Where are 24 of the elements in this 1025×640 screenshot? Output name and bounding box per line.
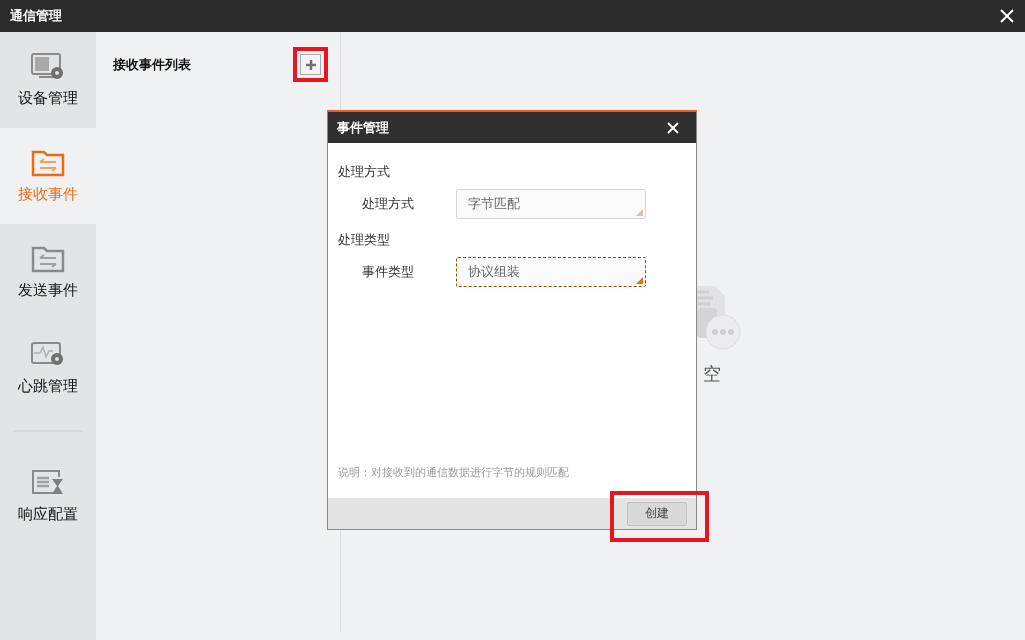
field-label: 事件类型 [361, 263, 415, 281]
folder-arrows-icon [31, 244, 65, 273]
monitor-gear-icon [31, 52, 65, 81]
field-label: 处理方式 [361, 195, 415, 213]
dialog-title: 事件管理 [337, 118, 389, 137]
description-text: 说明：对接收到的通信数据进行字节的规则匹配 [338, 465, 570, 480]
sidebar-item[interactable]: 发送事件 [0, 224, 96, 320]
close-icon[interactable] [667, 121, 679, 134]
dropdown-field[interactable]: 协议组装 [456, 257, 646, 287]
close-icon[interactable] [1000, 9, 1014, 23]
window-title: 通信管理 [10, 7, 62, 25]
empty-message: 空 [703, 362, 721, 386]
create-button[interactable]: 创建 [627, 501, 687, 526]
list-hourglass-icon [31, 468, 65, 497]
section-heading: 处理方式 [338, 163, 391, 181]
sidebar-item[interactable]: 设备管理 [0, 32, 96, 128]
dropdown-field[interactable]: 字节匹配 [456, 189, 646, 219]
folder-arrows-icon [31, 148, 65, 177]
sidebar-item[interactable]: 响应配置 [0, 448, 96, 544]
panel-title: 接收事件列表 [113, 55, 191, 74]
plus-icon [304, 58, 317, 71]
section-heading: 处理类型 [338, 231, 391, 249]
sidebar-item[interactable]: 心跳管理 [0, 320, 96, 416]
add-button[interactable] [300, 54, 321, 75]
